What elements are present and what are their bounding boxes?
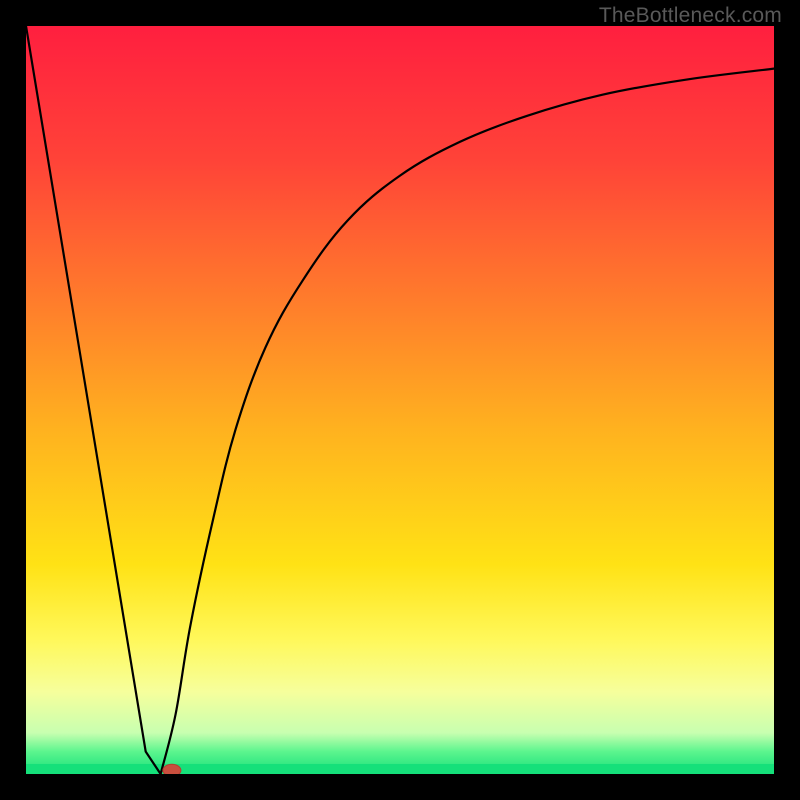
chart-bottom-strip — [26, 764, 774, 774]
bottleneck-chart — [26, 26, 774, 774]
watermark-text: TheBottleneck.com — [599, 4, 782, 28]
chart-background-gradient — [26, 26, 774, 774]
minimum-marker — [163, 764, 181, 774]
chart-frame — [26, 26, 774, 774]
